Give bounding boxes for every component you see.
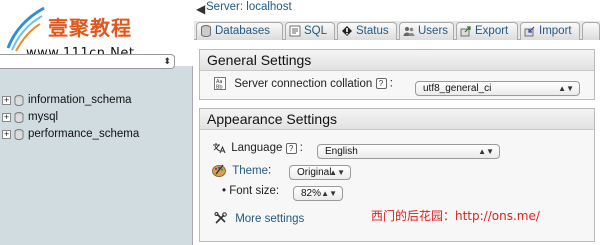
tab-label: Users — [418, 25, 449, 37]
status-icon — [342, 26, 352, 36]
expand-icon[interactable]: + — [2, 96, 11, 105]
tab-label: Import — [539, 25, 572, 37]
font-size-row: • Font size: — [222, 185, 279, 197]
svg-text:Bb: Bb — [216, 85, 223, 91]
language-row: Language ? : — [212, 142, 303, 154]
font-size-value: 82% — [301, 188, 322, 199]
colon: : — [299, 142, 303, 155]
wrench-icon — [214, 212, 227, 224]
theme-label[interactable]: Theme — [232, 165, 268, 177]
tab-label: Status — [356, 25, 389, 37]
collation-row: Aa Bb Server connection collation ? : — [214, 77, 393, 91]
appearance-settings-title: Appearance Settings — [200, 109, 594, 130]
language-icon — [213, 143, 226, 154]
breadcrumb: Server: localhost — [206, 0, 292, 16]
top-tabs: Databases SQL Status Users Export Import — [194, 21, 600, 40]
database-icon — [14, 112, 24, 123]
select-arrows-icon: ⬍ — [163, 56, 171, 66]
font-size-select[interactable]: 82% ▲▼ — [293, 186, 343, 201]
select-arrows-icon: ▲▼ — [329, 168, 345, 177]
language-select[interactable]: English ▲▼ — [317, 144, 500, 159]
collation-icon: AaBb — [214, 77, 226, 91]
database-item-mysql[interactable]: + mysql — [0, 110, 139, 127]
expand-icon[interactable]: + — [2, 113, 11, 122]
tab-users[interactable]: Users — [399, 22, 454, 40]
select-arrows-icon: ▲▼ — [478, 147, 494, 156]
database-name[interactable]: performance_schema — [28, 128, 139, 140]
general-settings-title: General Settings — [200, 50, 594, 71]
more-settings-row: More settings — [214, 212, 304, 225]
database-select[interactable]: ⬍ — [0, 54, 175, 69]
tab-label: SQL — [304, 25, 328, 37]
logo-title: 壹聚教程 — [48, 16, 132, 40]
colon: : — [268, 164, 272, 177]
tab-overflow[interactable] — [582, 22, 600, 40]
tab-export[interactable]: Export — [456, 22, 518, 40]
collation-select[interactable]: utf8_general_ci ▲▼ — [415, 81, 580, 96]
theme-select[interactable]: Original ▲▼ — [289, 165, 351, 180]
collation-value: utf8_general_ci — [423, 83, 492, 94]
tab-sql[interactable]: SQL — [285, 22, 335, 40]
databases-icon — [201, 25, 211, 37]
theme-row: Theme: — [212, 164, 271, 177]
tab-status[interactable]: Status — [337, 22, 397, 40]
tab-label: Export — [475, 25, 509, 37]
database-name[interactable]: information_schema — [28, 94, 132, 106]
help-icon[interactable]: ? — [285, 142, 297, 154]
database-icon — [14, 95, 24, 106]
watermark-text: 西门的后花园：http://ons.me/ — [371, 209, 540, 223]
tab-databases[interactable]: Databases — [196, 22, 283, 40]
font-size-label: Font size: — [229, 185, 280, 197]
import-icon — [524, 26, 535, 37]
sql-icon — [289, 25, 301, 37]
theme-value: Original — [297, 167, 332, 178]
database-tree: + information_schema + mysql + performan… — [0, 93, 139, 144]
navigation-panel: 壹聚教程 www.111cn.Net ⬍ + information_schem… — [0, 0, 193, 245]
database-item-performance-schema[interactable]: + performance_schema — [0, 127, 139, 144]
language-label: Language — [231, 142, 283, 155]
palette-icon — [212, 164, 226, 177]
help-icon[interactable]: ? — [375, 78, 387, 89]
select-arrows-icon: ▲▼ — [558, 84, 574, 93]
expand-icon[interactable]: + — [2, 130, 11, 139]
tab-label: Databases — [215, 25, 270, 37]
database-item-information-schema[interactable]: + information_schema — [0, 93, 139, 110]
language-value: English — [325, 146, 358, 157]
colon: : — [389, 77, 393, 90]
database-name[interactable]: mysql — [28, 111, 58, 123]
server-label[interactable]: Server: localhost — [206, 1, 292, 13]
users-icon — [403, 27, 415, 36]
tab-import[interactable]: Import — [520, 22, 580, 40]
general-settings-section: General Settings Aa Bb Server connection … — [199, 49, 595, 100]
bullet: • — [222, 185, 227, 197]
collation-label: Server connection collation — [234, 77, 373, 90]
select-arrows-icon: ▲▼ — [321, 189, 337, 198]
more-settings-link[interactable]: More settings — [235, 213, 304, 225]
database-icon — [14, 129, 24, 140]
export-icon — [460, 26, 471, 37]
